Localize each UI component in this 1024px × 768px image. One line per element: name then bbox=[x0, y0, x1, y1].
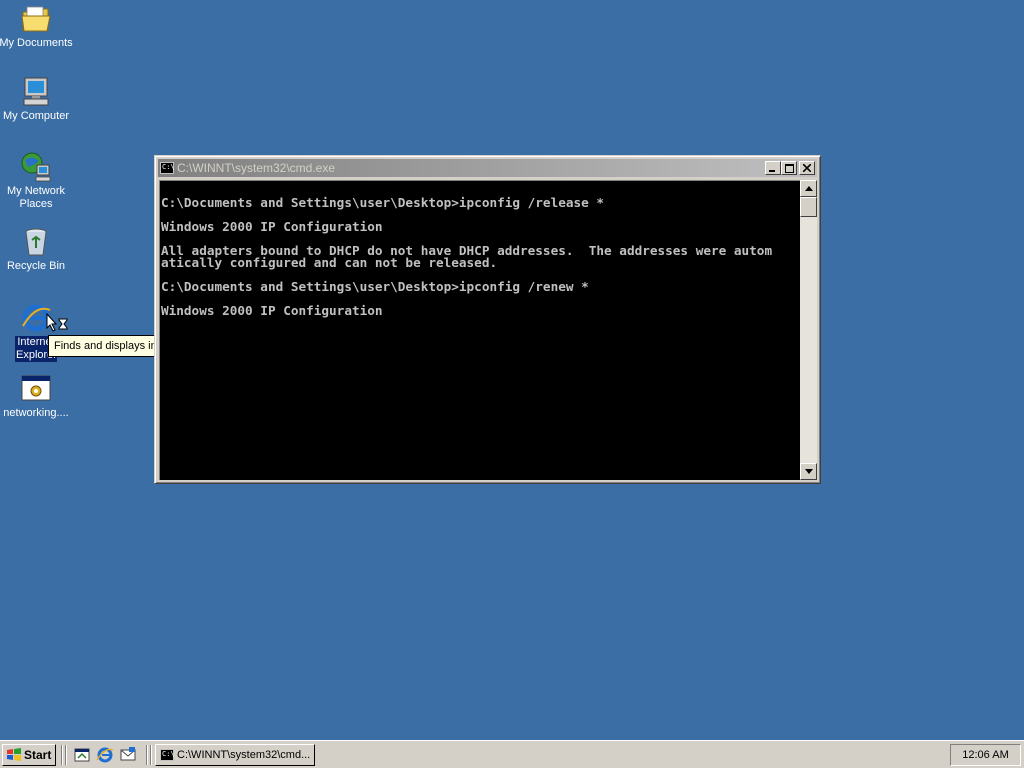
start-button[interactable]: Start bbox=[2, 744, 56, 766]
taskbar-separator bbox=[61, 745, 63, 765]
desktop-icon-recycle-bin[interactable]: Recycle Bin bbox=[0, 226, 74, 273]
desktop-icon-label: networking.... bbox=[3, 407, 69, 419]
vertical-scrollbar[interactable] bbox=[800, 180, 817, 480]
desktop-icon-my-documents[interactable]: My Documents bbox=[0, 3, 74, 50]
folder-documents-icon bbox=[20, 3, 52, 35]
start-label: Start bbox=[24, 748, 52, 762]
cmd-icon: C:\ bbox=[160, 749, 175, 761]
windows-logo-icon bbox=[7, 748, 21, 761]
minimize-button[interactable] bbox=[765, 161, 781, 175]
clock: 12:06 AM bbox=[962, 749, 1009, 761]
shortcut-icon bbox=[20, 373, 52, 405]
taskbar-separator bbox=[150, 745, 152, 765]
arrow-up-icon bbox=[804, 186, 813, 191]
recycle-bin-icon bbox=[20, 226, 52, 258]
minimize-icon bbox=[769, 170, 775, 172]
desktop-icon-label: Recycle Bin bbox=[6, 260, 66, 272]
console-text: C:\Documents and Settings\user\Desktop>i… bbox=[161, 195, 773, 318]
network-places-icon bbox=[20, 151, 52, 183]
maximize-icon bbox=[784, 163, 794, 173]
cmd-window[interactable]: C:\ C:\WINNT\system32\cmd.exe C:\Documen… bbox=[154, 155, 821, 484]
cmd-icon: C:\ bbox=[160, 162, 175, 174]
taskbar-separator bbox=[146, 745, 148, 765]
taskbar-button-cmd[interactable]: C:\ C:\WINNT\system32\cmd... bbox=[155, 744, 315, 766]
desktop-icon-label: My Network Places bbox=[6, 185, 66, 210]
scroll-thumb[interactable] bbox=[800, 197, 817, 217]
scroll-down-button[interactable] bbox=[800, 463, 817, 480]
desktop-icon-networking[interactable]: networking.... bbox=[0, 373, 74, 420]
computer-icon bbox=[20, 76, 52, 108]
maximize-button[interactable] bbox=[781, 161, 797, 175]
internet-explorer-icon[interactable] bbox=[96, 746, 114, 764]
system-tray[interactable]: 12:06 AM bbox=[950, 744, 1021, 766]
desktop-icon-my-computer[interactable]: My Computer bbox=[0, 76, 74, 123]
close-icon bbox=[803, 164, 811, 172]
close-button[interactable] bbox=[799, 161, 815, 175]
desktop-icon-label: My Computer bbox=[2, 110, 70, 122]
console-output[interactable]: C:\Documents and Settings\user\Desktop>i… bbox=[159, 180, 800, 480]
desktop-icon-my-network-places[interactable]: My Network Places bbox=[0, 151, 74, 211]
desktop-icon-label: My Documents bbox=[0, 37, 73, 49]
arrow-down-icon bbox=[804, 469, 813, 474]
outlook-express-icon[interactable] bbox=[119, 746, 137, 764]
scroll-up-button[interactable] bbox=[800, 180, 817, 197]
title-bar[interactable]: C:\ C:\WINNT\system32\cmd.exe bbox=[158, 159, 817, 177]
busy-cursor-icon bbox=[46, 313, 68, 332]
taskbar-separator bbox=[65, 745, 67, 765]
taskbar-button-label: C:\WINNT\system32\cmd... bbox=[177, 749, 311, 761]
taskbar: Start C:\ C:\WINNT\system32\cmd... 12:06… bbox=[0, 740, 1024, 768]
window-title: C:\WINNT\system32\cmd.exe bbox=[177, 161, 336, 175]
show-desktop-icon[interactable] bbox=[73, 746, 91, 764]
